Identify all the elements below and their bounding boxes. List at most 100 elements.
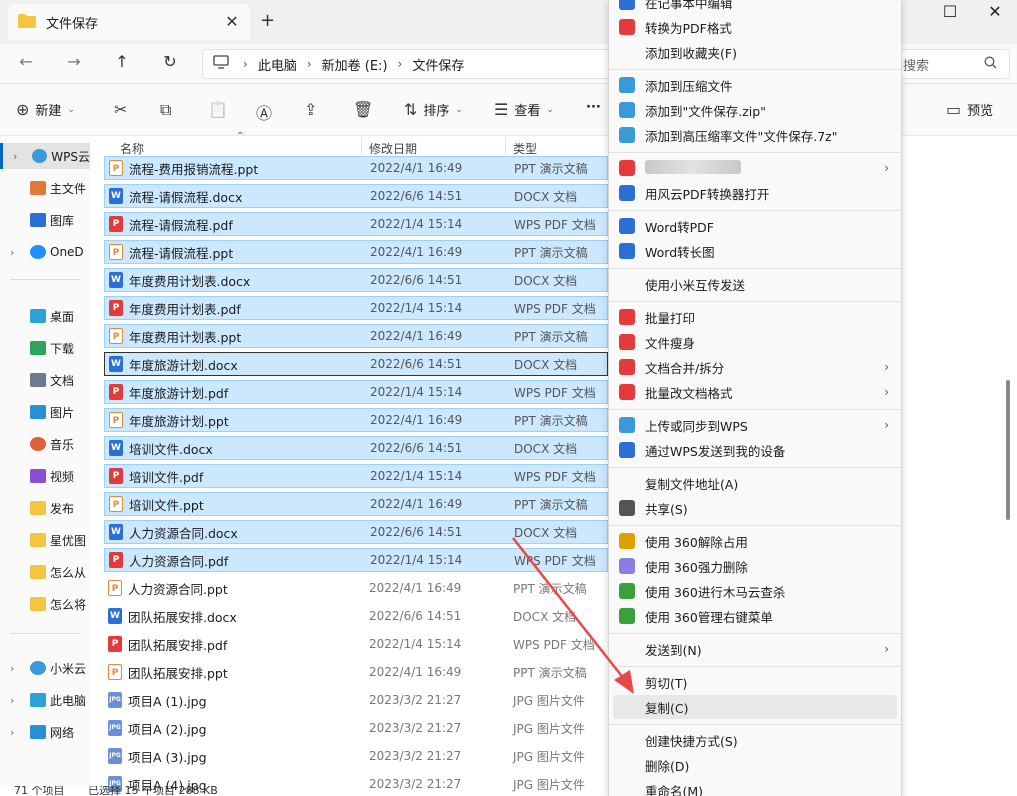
- file-row[interactable]: P 人力资源合同.ppt 2022/4/1 16:49 PPT 演示文稿: [104, 576, 608, 600]
- close-window-button[interactable]: ✕: [975, 2, 1015, 21]
- sort-button[interactable]: ⇅ 排序 ⌄: [404, 100, 463, 119]
- menu-item[interactable]: ›: [609, 156, 901, 180]
- menu-item[interactable]: 发送到(N) ›: [609, 637, 901, 661]
- sidebar-item-videos[interactable]: 视频: [0, 463, 90, 489]
- sidebar-item-folder-1[interactable]: 发布: [0, 495, 90, 521]
- crumb-drive-e[interactable]: 新加卷 (E:): [322, 55, 388, 74]
- sidebar-item-folder-2[interactable]: 星优图: [0, 527, 90, 553]
- back-arrow-icon[interactable]: ←: [14, 52, 38, 71]
- menu-item[interactable]: 通过WPS发送到我的设备: [609, 438, 901, 462]
- column-header-date[interactable]: 修改日期: [369, 140, 417, 157]
- menu-item[interactable]: 使用 360管理右键菜单: [609, 604, 901, 628]
- file-row[interactable]: P 培训文件.pdf 2022/1/4 15:14 WPS PDF 文档: [104, 464, 608, 488]
- crumb-this-pc[interactable]: 此电脑: [258, 55, 297, 74]
- menu-item[interactable]: 使用 360强力删除: [609, 554, 901, 578]
- column-header-name[interactable]: 名称: [120, 140, 144, 157]
- menu-item[interactable]: 上传或同步到WPS ›: [609, 413, 901, 437]
- file-row[interactable]: P 团队拓展安排.pdf 2022/1/4 15:14 WPS PDF 文档: [104, 632, 608, 656]
- file-row[interactable]: W 年度费用计划表.docx 2022/6/6 14:51 DOCX 文档: [104, 268, 608, 292]
- file-type: WPS PDF 文档: [514, 553, 596, 568]
- sidebar-item-desktop[interactable]: 桌面: [0, 303, 90, 329]
- up-arrow-icon[interactable]: ↑: [110, 52, 134, 71]
- file-row[interactable]: JPG 项目A (3).jpg 2023/3/2 21:27 JPG 图片文件: [104, 744, 608, 768]
- file-row[interactable]: P 年度旅游计划.ppt 2022/4/1 16:49 PPT 演示文稿: [104, 408, 608, 432]
- menu-item[interactable]: 复制(C): [613, 695, 897, 719]
- menu-item[interactable]: 在记事本中编辑: [609, 0, 901, 14]
- menu-item[interactable]: 添加到收藏夹(F): [609, 40, 901, 64]
- sidebar-item-wps-cloud[interactable]: › WPS云: [0, 143, 90, 169]
- file-row[interactable]: P 年度旅游计划.pdf 2022/1/4 15:14 WPS PDF 文档: [104, 380, 608, 404]
- copy-icon[interactable]: ⧉: [160, 100, 171, 120]
- refresh-icon[interactable]: ↻: [158, 52, 182, 71]
- menu-item[interactable]: 文件瘦身: [609, 330, 901, 354]
- file-row[interactable]: P 培训文件.ppt 2022/4/1 16:49 PPT 演示文稿: [104, 492, 608, 516]
- rename-icon[interactable]: Ⓐ: [256, 100, 272, 124]
- view-button[interactable]: ☰ 查看 ⌄: [494, 100, 554, 119]
- sidebar-item-folder-4[interactable]: 怎么将: [0, 591, 90, 617]
- new-button[interactable]: ⊕ 新建 ⌄: [16, 100, 75, 119]
- file-row[interactable]: W 人力资源合同.docx 2022/6/6 14:51 DOCX 文档: [104, 520, 608, 544]
- cut-icon[interactable]: ✂: [114, 100, 127, 119]
- sidebar-item-downloads[interactable]: 下载: [0, 335, 90, 361]
- menu-item[interactable]: 添加到高压缩率文件"文件保存.7z": [609, 123, 901, 147]
- file-row[interactable]: P 年度费用计划表.ppt 2022/4/1 16:49 PPT 演示文稿: [104, 324, 608, 348]
- sidebar-item-onedrive[interactable]: › OneD: [0, 239, 90, 265]
- menu-item[interactable]: 使用 360解除占用: [609, 529, 901, 553]
- menu-item[interactable]: 文档合并/拆分 ›: [609, 355, 901, 379]
- sidebar-item-documents[interactable]: 文档: [0, 367, 90, 393]
- menu-item[interactable]: 删除(D): [609, 753, 901, 777]
- more-options-icon[interactable]: ···: [586, 100, 601, 115]
- menu-item[interactable]: 复制文件地址(A): [609, 471, 901, 495]
- sidebar-item-home[interactable]: 主文件: [0, 175, 90, 201]
- sidebar-item-gallery[interactable]: 图库: [0, 207, 90, 233]
- breadcrumb[interactable]: › 此电脑 › 新加卷 (E:) › 文件保存: [202, 49, 612, 79]
- menu-item[interactable]: 批量打印: [609, 305, 901, 329]
- tab-close-icon[interactable]: ✕: [222, 12, 242, 31]
- menu-item[interactable]: Word转PDF: [609, 214, 901, 238]
- sidebar-item-pictures[interactable]: 图片: [0, 399, 90, 425]
- menu-item[interactable]: 重命名(M): [609, 778, 901, 796]
- menu-item[interactable]: 剪切(T): [609, 670, 901, 694]
- menu-item[interactable]: 共享(S): [609, 496, 901, 520]
- menu-item[interactable]: Word转长图: [609, 239, 901, 263]
- sidebar-item-xiaomi-cloud[interactable]: › 小米云: [0, 655, 90, 681]
- crumb-file-save[interactable]: 文件保存: [412, 55, 464, 74]
- sidebar-item-folder-3[interactable]: 怎么从: [0, 559, 90, 585]
- sidebar-item-this-pc[interactable]: › 此电脑: [0, 687, 90, 713]
- menu-item[interactable]: 使用 360进行木马云查杀: [609, 579, 901, 603]
- paste-icon[interactable]: 📋: [208, 100, 228, 119]
- file-row[interactable]: JPG 项目A (1).jpg 2023/3/2 21:27 JPG 图片文件: [104, 688, 608, 712]
- menu-item[interactable]: 使用小米互传发送: [609, 272, 901, 296]
- file-row[interactable]: W 团队拓展安排.docx 2022/6/6 14:51 DOCX 文档: [104, 604, 608, 628]
- scrollbar[interactable]: [1006, 380, 1010, 520]
- maximize-button[interactable]: ☐: [930, 2, 970, 21]
- preview-button[interactable]: ▭ 预览: [946, 100, 993, 119]
- tab-file-save[interactable]: 文件保存 ✕: [8, 4, 250, 40]
- file-row[interactable]: P 人力资源合同.pdf 2022/1/4 15:14 WPS PDF 文档: [104, 548, 608, 572]
- file-row[interactable]: P 流程-费用报销流程.ppt 2022/4/1 16:49 PPT 演示文稿: [104, 156, 608, 180]
- file-row[interactable]: W 流程-请假流程.docx 2022/6/6 14:51 DOCX 文档: [104, 184, 608, 208]
- menu-item[interactable]: 转换为PDF格式: [609, 15, 901, 39]
- menu-separator: [609, 152, 901, 153]
- delete-icon[interactable]: 🗑: [353, 100, 373, 119]
- sidebar-item-music[interactable]: 音乐: [0, 431, 90, 457]
- file-row[interactable]: P 年度费用计划表.pdf 2022/1/4 15:14 WPS PDF 文档: [104, 296, 608, 320]
- menu-item[interactable]: 添加到压缩文件: [609, 73, 901, 97]
- menu-item[interactable]: 批量改文档格式 ›: [609, 380, 901, 404]
- forward-arrow-icon[interactable]: →: [62, 52, 86, 71]
- sidebar-item-network[interactable]: › 网络: [0, 719, 90, 745]
- menu-item[interactable]: 创建快捷方式(S): [609, 728, 901, 752]
- file-row[interactable]: W 培训文件.docx 2022/6/6 14:51 DOCX 文档: [104, 436, 608, 460]
- new-tab-button[interactable]: +: [260, 10, 275, 31]
- share-icon[interactable]: ⇪: [304, 100, 317, 119]
- menu-item[interactable]: 用风云PDF转换器打开: [609, 181, 901, 205]
- preview-label: 预览: [967, 104, 994, 119]
- file-row[interactable]: JPG 项目A (2).jpg 2023/3/2 21:27 JPG 图片文件: [104, 716, 608, 740]
- column-header-type[interactable]: 类型: [513, 140, 537, 157]
- menu-item[interactable]: 添加到"文件保存.zip": [609, 98, 901, 122]
- 360-delete-icon: [619, 558, 635, 574]
- file-row[interactable]: P 团队拓展安排.ppt 2022/4/1 16:49 PPT 演示文稿: [104, 660, 608, 684]
- file-row[interactable]: P 流程-请假流程.pdf 2022/1/4 15:14 WPS PDF 文档: [104, 212, 608, 236]
- file-row[interactable]: P 流程-请假流程.ppt 2022/4/1 16:49 PPT 演示文稿: [104, 240, 608, 264]
- file-row[interactable]: W 年度旅游计划.docx 2022/6/6 14:51 DOCX 文档: [104, 352, 608, 376]
